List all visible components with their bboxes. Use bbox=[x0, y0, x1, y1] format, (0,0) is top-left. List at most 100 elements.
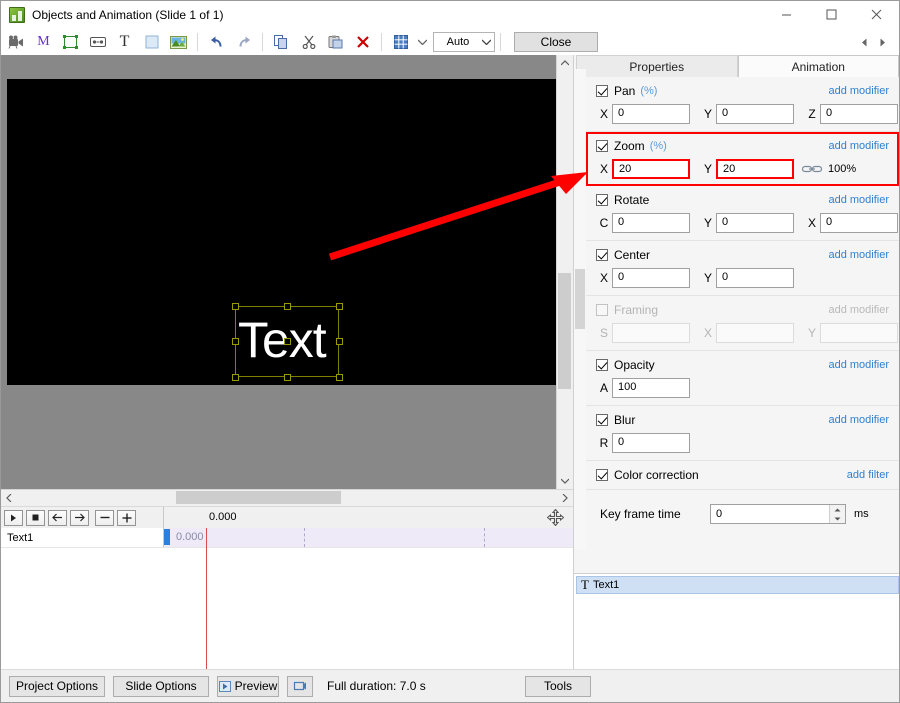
center-y-input[interactable]: 0 bbox=[716, 268, 794, 288]
rotate-c-input[interactable]: 0 bbox=[612, 213, 690, 233]
button-object-icon[interactable] bbox=[84, 30, 111, 54]
rectangle-icon[interactable] bbox=[138, 30, 165, 54]
grid-icon[interactable] bbox=[387, 30, 414, 54]
zoom-y-input[interactable]: 20 bbox=[716, 159, 794, 179]
opacity-add-modifier-link[interactable]: add modifier bbox=[828, 359, 889, 371]
loop-button[interactable] bbox=[287, 675, 313, 697]
zoom-level-select[interactable]: Auto bbox=[433, 32, 495, 52]
prev-slide-button[interactable] bbox=[855, 31, 873, 53]
handle-top-right[interactable] bbox=[336, 303, 343, 310]
color-correction-checkbox[interactable] bbox=[596, 469, 608, 481]
mask-m-icon[interactable]: M bbox=[30, 30, 57, 54]
canvas-horizontal-scrollbar[interactable] bbox=[1, 489, 573, 506]
next-keyframe-button[interactable] bbox=[70, 509, 89, 526]
canvas-hscroll-thumb[interactable] bbox=[176, 491, 341, 504]
pan-add-modifier-link[interactable]: add modifier bbox=[828, 85, 889, 97]
project-options-button[interactable]: Project Options bbox=[9, 675, 105, 697]
undo-icon[interactable] bbox=[203, 30, 230, 54]
maximize-button[interactable] bbox=[809, 1, 854, 28]
stop-button[interactable] bbox=[26, 509, 45, 526]
handle-top-left[interactable] bbox=[232, 303, 239, 310]
handle-bottom-right[interactable] bbox=[336, 374, 343, 381]
handle-top-center[interactable] bbox=[284, 303, 291, 310]
close-button[interactable] bbox=[854, 1, 899, 28]
canvas-area[interactable]: Text bbox=[1, 55, 573, 489]
blur-add-modifier-link[interactable]: add modifier bbox=[828, 414, 889, 426]
zoom-add-modifier-link[interactable]: add modifier bbox=[828, 140, 889, 152]
canvas-vertical-scrollbar[interactable] bbox=[556, 55, 573, 489]
next-slide-button[interactable] bbox=[873, 31, 891, 53]
pan-z-input[interactable]: 0 bbox=[820, 104, 898, 124]
key-frame-time-input[interactable]: 0 bbox=[710, 504, 846, 524]
color-correction-add-filter-link[interactable]: add filter bbox=[847, 469, 889, 481]
section-center: Center add modifier X 0 Y 0 bbox=[586, 241, 899, 296]
blur-checkbox[interactable] bbox=[596, 414, 608, 426]
center-add-modifier-link[interactable]: add modifier bbox=[828, 249, 889, 261]
delete-icon[interactable] bbox=[349, 30, 376, 54]
minimize-button[interactable] bbox=[764, 1, 809, 28]
key-frame-time-stepper[interactable] bbox=[829, 505, 845, 523]
redo-icon[interactable] bbox=[230, 30, 257, 54]
chain-link-icon[interactable] bbox=[802, 163, 822, 175]
stepper-down-icon[interactable] bbox=[830, 514, 845, 523]
move-tool-icon[interactable] bbox=[541, 508, 569, 527]
rotate-checkbox[interactable] bbox=[596, 194, 608, 206]
selection-box[interactable] bbox=[232, 303, 343, 381]
timeline-ruler[interactable]: 0.000 bbox=[163, 507, 535, 528]
pan-checkbox[interactable] bbox=[596, 85, 608, 97]
center-x-input[interactable]: 0 bbox=[612, 268, 690, 288]
prev-keyframe-button[interactable] bbox=[48, 509, 67, 526]
grid-dropdown-chevron-down-icon[interactable] bbox=[414, 30, 430, 54]
opacity-fields: A 100 bbox=[596, 378, 889, 398]
scroll-down-arrow-icon[interactable] bbox=[557, 473, 573, 489]
tools-button[interactable]: Tools bbox=[525, 675, 591, 697]
timeline-row-track[interactable]: 0.000 bbox=[163, 528, 573, 547]
pan-x-input[interactable]: 0 bbox=[612, 104, 690, 124]
tab-animation[interactable]: Animation bbox=[737, 55, 899, 77]
zoom-out-button[interactable] bbox=[95, 509, 114, 526]
rotate-add-modifier-link[interactable]: add modifier bbox=[828, 194, 889, 206]
stepper-up-icon[interactable] bbox=[830, 505, 845, 514]
play-button[interactable] bbox=[4, 509, 23, 526]
preview-button[interactable]: Preview bbox=[217, 675, 279, 697]
image-icon[interactable] bbox=[165, 30, 192, 54]
handle-center[interactable] bbox=[284, 338, 291, 345]
copy-icon[interactable] bbox=[268, 30, 295, 54]
cut-icon[interactable] bbox=[295, 30, 322, 54]
paste-icon[interactable] bbox=[322, 30, 349, 54]
slide-stage[interactable]: Text bbox=[7, 79, 557, 385]
blur-r-input[interactable]: 0 bbox=[612, 433, 690, 453]
scroll-left-arrow-icon[interactable] bbox=[1, 490, 17, 506]
framing-checkbox[interactable] bbox=[596, 304, 608, 316]
zoom-in-button[interactable] bbox=[117, 509, 136, 526]
object-list-item-text1[interactable]: T Text1 bbox=[576, 576, 899, 594]
canvas-vscroll-thumb[interactable] bbox=[558, 273, 571, 389]
rotate-label: Rotate bbox=[614, 193, 650, 207]
opacity-checkbox[interactable] bbox=[596, 359, 608, 371]
tab-properties[interactable]: Properties bbox=[576, 55, 738, 77]
timeline-row-text1[interactable]: Text1 0.000 bbox=[1, 528, 573, 548]
text-icon[interactable]: T bbox=[111, 30, 138, 54]
frame-icon[interactable] bbox=[57, 30, 84, 54]
pan-y-input[interactable]: 0 bbox=[716, 104, 794, 124]
keyframe-marker[interactable] bbox=[164, 529, 170, 545]
scroll-right-arrow-icon[interactable] bbox=[557, 490, 573, 506]
panel-vscroll-thumb[interactable] bbox=[575, 269, 585, 329]
handle-middle-left[interactable] bbox=[232, 338, 239, 345]
handle-middle-right[interactable] bbox=[336, 338, 343, 345]
timeline-playhead[interactable] bbox=[206, 528, 207, 669]
video-camera-icon[interactable] bbox=[3, 30, 30, 54]
zoom-checkbox[interactable] bbox=[596, 140, 608, 152]
handle-bottom-center[interactable] bbox=[284, 374, 291, 381]
panel-vertical-scrollbar[interactable] bbox=[574, 69, 586, 549]
zoom-x-input[interactable]: 20 bbox=[612, 159, 690, 179]
center-checkbox[interactable] bbox=[596, 249, 608, 261]
center-x-label: X bbox=[599, 271, 608, 285]
close-editor-button[interactable]: Close bbox=[514, 32, 598, 52]
scroll-up-arrow-icon[interactable] bbox=[557, 55, 573, 71]
slide-options-button[interactable]: Slide Options bbox=[113, 675, 209, 697]
handle-bottom-left[interactable] bbox=[232, 374, 239, 381]
opacity-a-input[interactable]: 100 bbox=[612, 378, 690, 398]
rotate-y-input[interactable]: 0 bbox=[716, 213, 794, 233]
rotate-x-input[interactable]: 0 bbox=[820, 213, 898, 233]
